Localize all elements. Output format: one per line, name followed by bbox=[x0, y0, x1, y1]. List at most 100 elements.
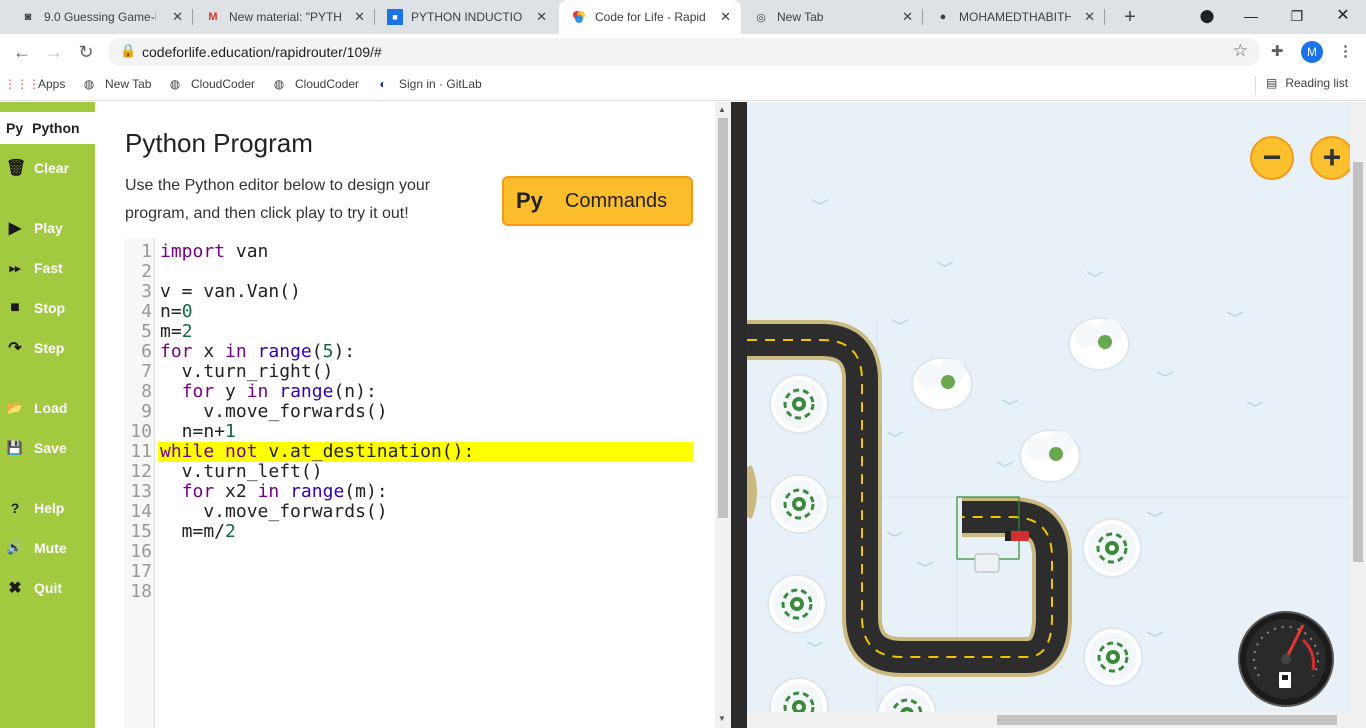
tab-github[interactable]: ● MOHAMEDTHABITH/P ✕ bbox=[923, 0, 1105, 34]
tab-python-induction[interactable]: ■ PYTHON INDUCTION ✕ bbox=[375, 0, 557, 34]
map-vertical-scrollbar[interactable] bbox=[1350, 102, 1366, 712]
tab-guessing-game[interactable]: ◙ 9.0 Guessing Game-M ✕ bbox=[8, 0, 193, 34]
close-icon: ✖ bbox=[8, 580, 22, 597]
editor-scrollbar[interactable]: ▲ ▼ bbox=[715, 102, 731, 728]
minimize-button[interactable]: — bbox=[1228, 0, 1274, 34]
stop-button[interactable]: ■ Stop bbox=[0, 293, 95, 323]
avatar[interactable]: M bbox=[1301, 41, 1323, 63]
code-line[interactable]: 14 v.move_forwards() bbox=[125, 502, 695, 522]
address-bar[interactable]: 🔒 codeforlife.education/rapidrouter/109/… bbox=[108, 38, 1260, 66]
code-text: v = van.Van() bbox=[160, 281, 301, 302]
tab-new-tab[interactable]: ◎ New Tab ✕ bbox=[741, 0, 923, 34]
tab-search-icon[interactable]: ⬤ bbox=[1184, 0, 1230, 34]
code-editor[interactable]: 1 import van 2 3 v = van.Van() 4 n=0 5 m=2 6 for x… bbox=[125, 238, 695, 728]
reload-button[interactable]: ↻ bbox=[74, 40, 98, 64]
editor-pane: Python Program Use the Python editor bel… bbox=[95, 102, 715, 728]
tab-python[interactable]: Py Python bbox=[0, 112, 95, 144]
bookmark-label: Apps bbox=[38, 77, 66, 91]
help-button[interactable]: ? Help bbox=[0, 493, 95, 523]
code-line[interactable]: 6 for x in range(5): bbox=[125, 342, 695, 362]
fast-forward-icon: ▸▸ bbox=[9, 262, 21, 275]
zoom-out-button[interactable]: − bbox=[1250, 136, 1294, 180]
quit-button[interactable]: ✖ Quit bbox=[0, 573, 95, 603]
code-line[interactable]: 1 import van bbox=[125, 242, 695, 262]
bookmark-apps[interactable]: ⋮⋮⋮ Apps bbox=[4, 76, 66, 92]
code-line[interactable]: 11 while not v.at_destination(): bbox=[125, 442, 695, 462]
map-horizontal-scrollbar[interactable] bbox=[747, 712, 1366, 728]
code-text: import van bbox=[160, 241, 269, 262]
save-button[interactable]: 💾 Save bbox=[0, 433, 95, 463]
scroll-down-icon[interactable]: ▼ bbox=[718, 714, 726, 723]
fast-button[interactable]: ▸▸ Fast bbox=[0, 253, 95, 283]
back-button[interactable]: ← bbox=[10, 40, 34, 64]
github-icon: ● bbox=[939, 11, 947, 23]
bookmark-cloudcoder-2[interactable]: ◍ CloudCoder bbox=[271, 76, 359, 92]
tab-label: Code for Life - Rapid R bbox=[595, 10, 707, 24]
code-line[interactable]: 9 v.move_forwards() bbox=[125, 402, 695, 422]
line-number: 2 bbox=[141, 261, 152, 282]
code-text: for y in range(n): bbox=[181, 381, 377, 402]
close-icon[interactable]: ✕ bbox=[902, 9, 913, 25]
zoom-in-button[interactable]: + bbox=[1310, 136, 1350, 180]
close-icon[interactable]: ✕ bbox=[1084, 9, 1095, 25]
scrollbar-thumb[interactable] bbox=[1353, 162, 1363, 562]
menu-icon[interactable]: ⋮ bbox=[1338, 42, 1353, 60]
code-line[interactable]: 13 for x2 in range(m): bbox=[125, 482, 695, 502]
code-line[interactable]: 18 bbox=[125, 582, 695, 602]
load-label: Load bbox=[34, 400, 68, 416]
play-button[interactable]: ▶ Play bbox=[0, 213, 95, 243]
code-line[interactable]: 17 bbox=[125, 562, 695, 582]
lock-icon: 🔒 bbox=[120, 43, 137, 58]
fast-label: Fast bbox=[34, 260, 63, 276]
play-label: Play bbox=[34, 220, 63, 236]
code-line[interactable]: 15 m=m/2 bbox=[125, 522, 695, 542]
bookmark-new-tab[interactable]: ◍ New Tab bbox=[81, 76, 152, 92]
bookmarks-bar: ⋮⋮⋮ Apps ◍ New Tab ◍ CloudCoder ◍ CloudC… bbox=[0, 70, 1366, 101]
mute-button[interactable]: 🔊 Mute bbox=[0, 533, 95, 563]
code-line[interactable]: 3 v = van.Van() bbox=[125, 282, 695, 302]
line-number: 12 bbox=[130, 461, 152, 482]
close-icon[interactable]: ✕ bbox=[720, 9, 731, 25]
tab-code-for-life[interactable]: Code for Life - Rapid R ✕ bbox=[559, 0, 741, 34]
bookmark-star-icon[interactable]: ☆ bbox=[1233, 41, 1248, 61]
code-line[interactable]: 16 bbox=[125, 542, 695, 562]
commands-label: Commands bbox=[564, 189, 668, 212]
line-number: 5 bbox=[141, 321, 152, 342]
stop-icon: ■ bbox=[10, 299, 20, 316]
scrollbar-thumb[interactable] bbox=[718, 118, 728, 518]
game-map[interactable]: − + bbox=[747, 102, 1350, 712]
code-line[interactable]: 5 m=2 bbox=[125, 322, 695, 342]
close-window-button[interactable]: ✕ bbox=[1320, 0, 1366, 34]
load-button[interactable]: 📂 Load bbox=[0, 393, 95, 423]
scroll-up-icon[interactable]: ▲ bbox=[718, 105, 726, 114]
help-label: Help bbox=[34, 500, 65, 516]
line-number: 3 bbox=[141, 281, 152, 302]
bookmark-gitlab[interactable]: ◐ Sign in · GitLab bbox=[375, 76, 481, 92]
code-line[interactable]: 4 n=0 bbox=[125, 302, 695, 322]
step-button[interactable]: ↷ Step bbox=[0, 333, 95, 363]
new-tab-button[interactable]: + bbox=[1118, 5, 1142, 29]
commands-button[interactable]: Py Commands bbox=[502, 176, 693, 226]
code-line[interactable]: 12 v.turn_left() bbox=[125, 462, 695, 482]
code-text: n=n+1 bbox=[160, 421, 236, 442]
forward-button[interactable]: → bbox=[42, 40, 66, 64]
bookmark-cloudcoder-1[interactable]: ◍ CloudCoder bbox=[167, 76, 255, 92]
code-line[interactable]: 2 bbox=[125, 262, 695, 282]
code-line[interactable]: 10 n=n+1 bbox=[125, 422, 695, 442]
line-number: 6 bbox=[141, 341, 152, 362]
code-line[interactable]: 8 for y in range(n): bbox=[125, 382, 695, 402]
reading-list-button[interactable]: ▤ Reading list bbox=[1266, 76, 1348, 90]
tab-gmail[interactable]: M New material: "PYTHO ✕ bbox=[193, 0, 375, 34]
page-title: Python Program bbox=[125, 128, 313, 158]
close-icon[interactable]: ✕ bbox=[172, 9, 183, 25]
clear-button[interactable]: 🗑 Clear bbox=[0, 153, 95, 183]
line-number: 17 bbox=[130, 561, 152, 582]
close-icon[interactable]: ✕ bbox=[354, 9, 365, 25]
scrollbar-thumb[interactable] bbox=[997, 715, 1337, 725]
pane-divider[interactable] bbox=[731, 102, 747, 728]
extensions-icon[interactable]: ✚ bbox=[1271, 42, 1284, 60]
code-line[interactable]: 7 v.turn_right() bbox=[125, 362, 695, 382]
globe-icon: ◍ bbox=[83, 77, 95, 91]
restore-button[interactable]: ❐ bbox=[1274, 0, 1320, 34]
close-icon[interactable]: ✕ bbox=[536, 9, 547, 25]
